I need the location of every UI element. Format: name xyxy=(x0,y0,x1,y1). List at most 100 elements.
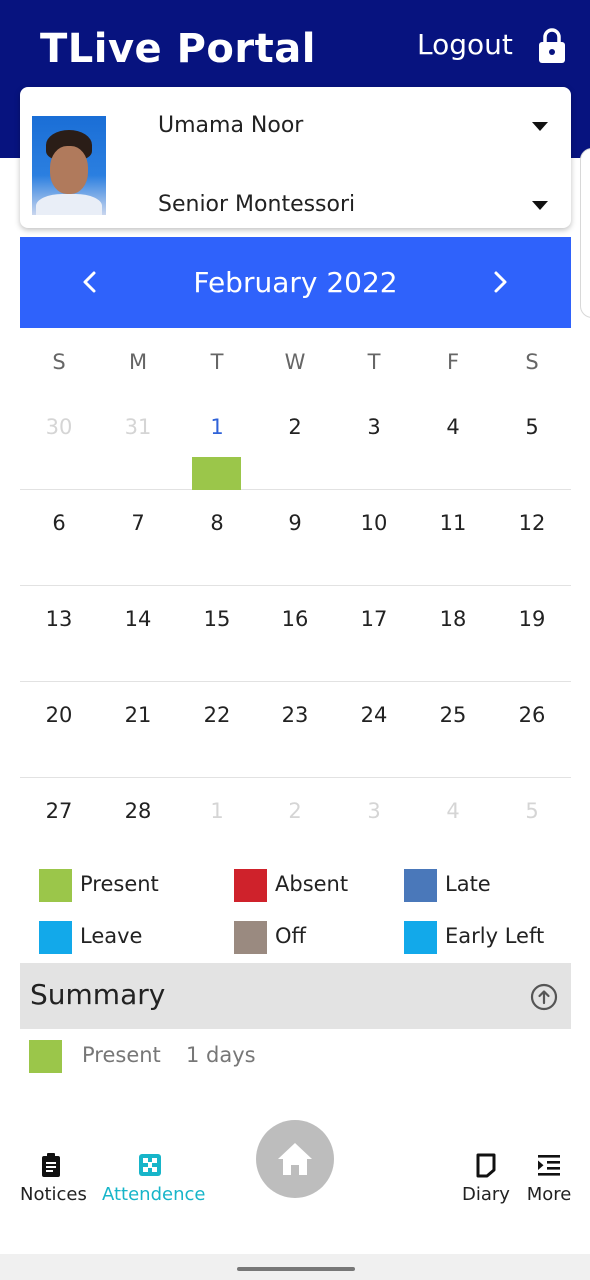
calendar-day[interactable]: 23 xyxy=(256,703,334,727)
weekday-label: S xyxy=(52,350,66,374)
attendance-icon xyxy=(139,1154,161,1176)
chevron-right-icon[interactable] xyxy=(486,268,514,296)
diary-icon xyxy=(476,1153,496,1178)
side-panel-edge[interactable] xyxy=(580,148,590,318)
calendar-day[interactable]: 19 xyxy=(493,607,571,631)
legend-swatch xyxy=(234,869,267,902)
calendar-day[interactable]: 3 xyxy=(335,415,413,439)
class-name: Senior Montessori xyxy=(158,192,356,217)
logout-button[interactable]: Logout xyxy=(417,28,513,61)
present-marker xyxy=(192,457,241,490)
calendar-day[interactable]: 1 xyxy=(178,799,256,823)
bottom-navigation: Notices Attendence Diary More xyxy=(0,1120,590,1250)
app-title: TLive Portal xyxy=(40,26,316,72)
calendar-day-today[interactable]: 1 xyxy=(178,415,256,439)
summary-title: Summary xyxy=(30,978,166,1011)
home-icon xyxy=(278,1143,312,1175)
calendar-day[interactable]: 14 xyxy=(99,607,177,631)
calendar-day[interactable]: 6 xyxy=(20,511,98,535)
legend-label: Early Left xyxy=(445,924,545,948)
legend-label: Late xyxy=(445,872,491,896)
calendar-day[interactable]: 9 xyxy=(256,511,334,535)
nav-label: Attendence xyxy=(102,1184,206,1205)
calendar-week: 30 31 1 2 3 4 5 xyxy=(20,394,571,490)
chevron-down-icon xyxy=(532,201,548,210)
nav-attendence[interactable]: Attendence xyxy=(102,1152,206,1205)
weekday-label: M xyxy=(128,350,148,374)
calendar-day[interactable]: 24 xyxy=(335,703,413,727)
nav-label: Notices xyxy=(20,1184,87,1205)
nav-label: More xyxy=(526,1184,572,1205)
calendar-day[interactable]: 27 xyxy=(20,799,98,823)
system-gesture-bar xyxy=(0,1254,590,1280)
student-avatar xyxy=(32,116,106,215)
weekday-label: T xyxy=(367,350,381,374)
calendar-header: February 2022 xyxy=(20,237,571,328)
calendar-day[interactable]: 17 xyxy=(335,607,413,631)
calendar-day[interactable]: 7 xyxy=(99,511,177,535)
calendar-day[interactable]: 26 xyxy=(493,703,571,727)
weekday-label: T xyxy=(210,350,224,374)
nav-label: Diary xyxy=(462,1184,510,1205)
legend-swatch xyxy=(39,921,72,954)
summary-header[interactable]: Summary xyxy=(20,963,571,1029)
calendar-day[interactable]: 4 xyxy=(414,799,492,823)
chevron-down-icon xyxy=(532,122,548,131)
nav-more[interactable]: More xyxy=(524,1152,574,1205)
gesture-handle[interactable] xyxy=(237,1267,355,1271)
calendar-day[interactable]: 18 xyxy=(414,607,492,631)
summary-row: Present 1 days xyxy=(29,1040,529,1074)
calendar-day[interactable]: 3 xyxy=(335,799,413,823)
calendar-week: 13 14 15 16 17 18 19 xyxy=(20,586,571,682)
weekday-label: F xyxy=(446,350,460,374)
calendar-day[interactable]: 10 xyxy=(335,511,413,535)
calendar-day[interactable]: 21 xyxy=(99,703,177,727)
summary-value: 1 days xyxy=(186,1043,256,1067)
calendar-day[interactable]: 13 xyxy=(20,607,98,631)
weekday-label: S xyxy=(525,350,539,374)
calendar-day[interactable]: 12 xyxy=(493,511,571,535)
calendar-day[interactable]: 5 xyxy=(493,799,571,823)
menu-indent-icon xyxy=(538,1155,560,1176)
student-name-dropdown[interactable]: Umama Noor xyxy=(158,107,558,147)
nav-notices[interactable]: Notices xyxy=(20,1152,87,1205)
calendar-day[interactable]: 2 xyxy=(256,415,334,439)
lock-icon[interactable] xyxy=(537,26,567,64)
calendar-day[interactable]: 25 xyxy=(414,703,492,727)
calendar-day[interactable]: 8 xyxy=(178,511,256,535)
calendar-day[interactable]: 20 xyxy=(20,703,98,727)
nav-diary[interactable]: Diary xyxy=(462,1152,510,1205)
calendar-week: 27 28 1 2 3 4 5 xyxy=(20,778,571,874)
legend-label: Leave xyxy=(80,924,143,948)
calendar-day[interactable]: 4 xyxy=(414,415,492,439)
legend-swatch xyxy=(404,921,437,954)
legend-label: Present xyxy=(80,872,159,896)
clipboard-icon xyxy=(42,1153,60,1177)
attendance-screen: TLive Portal Logout Umama Noor Senior Mo… xyxy=(0,0,590,1280)
summary-label: Present xyxy=(82,1043,161,1067)
weekday-row: S M T W T F S xyxy=(20,350,571,376)
calendar-week: 6 7 8 9 10 11 12 xyxy=(20,490,571,586)
student-selector-card: Umama Noor Senior Montessori xyxy=(20,87,571,228)
class-dropdown[interactable]: Senior Montessori xyxy=(158,186,558,226)
weekday-label: W xyxy=(284,350,306,374)
calendar-day[interactable]: 16 xyxy=(256,607,334,631)
student-name: Umama Noor xyxy=(158,113,304,138)
calendar-day[interactable]: 28 xyxy=(99,799,177,823)
home-button[interactable] xyxy=(256,1120,334,1198)
calendar-day[interactable]: 30 xyxy=(20,415,98,439)
calendar-day[interactable]: 22 xyxy=(178,703,256,727)
summary-swatch xyxy=(29,1040,62,1073)
calendar-day[interactable]: 2 xyxy=(256,799,334,823)
calendar-day[interactable]: 15 xyxy=(178,607,256,631)
calendar-day[interactable]: 11 xyxy=(414,511,492,535)
calendar-day[interactable]: 5 xyxy=(493,415,571,439)
legend-label: Off xyxy=(275,924,306,948)
legend-swatch xyxy=(39,869,72,902)
calendar-day[interactable]: 31 xyxy=(99,415,177,439)
calendar-week: 20 21 22 23 24 25 26 xyxy=(20,682,571,778)
arrow-up-circle-icon[interactable] xyxy=(530,983,558,1011)
legend-label: Absent xyxy=(275,872,349,896)
legend-swatch xyxy=(234,921,267,954)
legend-swatch xyxy=(404,869,437,902)
